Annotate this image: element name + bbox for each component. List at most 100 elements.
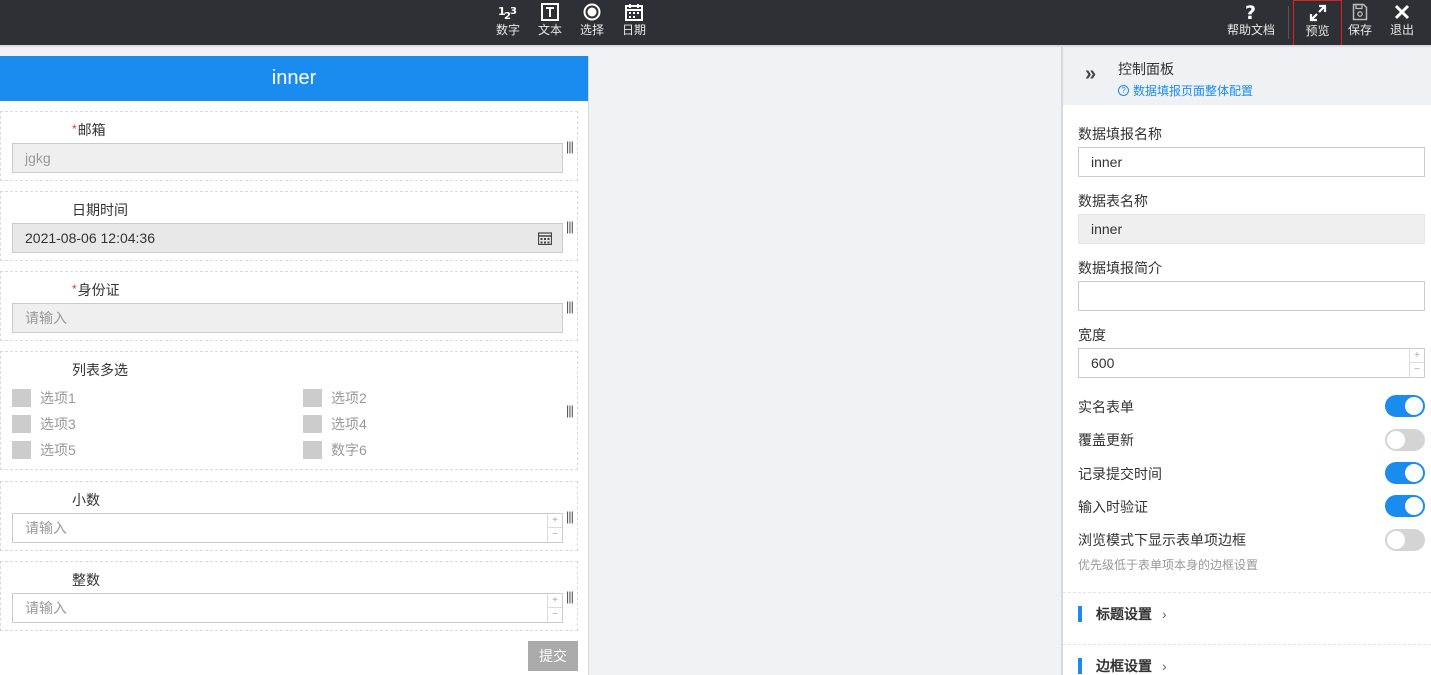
tool-select[interactable]: 选择 xyxy=(571,0,613,45)
chevron-right-icon: › xyxy=(1162,606,1167,622)
option-label: 选项4 xyxy=(331,416,367,432)
checkbox-option[interactable]: 选项2 xyxy=(303,388,367,408)
checkbox[interactable] xyxy=(303,441,322,459)
drag-handle[interactable]: ||| xyxy=(566,589,574,604)
number-stepper[interactable]: + − xyxy=(547,594,562,622)
form-field-decimal[interactable]: 小数 请输入 + − ||| xyxy=(0,481,578,551)
tool-text[interactable]: 文本 xyxy=(529,0,571,45)
svg-text:?: ? xyxy=(1245,2,1256,22)
option-label: 选项3 xyxy=(40,416,76,432)
increment-button[interactable]: + xyxy=(548,594,562,608)
preview-button[interactable]: 预览 xyxy=(1293,0,1342,47)
field-label: 日期时间 xyxy=(72,202,128,218)
calendar-icon[interactable] xyxy=(537,231,553,248)
save-button[interactable]: 保存 xyxy=(1339,0,1381,45)
form-intro-input[interactable] xyxy=(1078,281,1425,311)
overwrite-update-toggle[interactable] xyxy=(1385,429,1425,451)
tool-date[interactable]: 日期 xyxy=(613,0,655,45)
form-field-datetime[interactable]: 日期时间 2021-08-06 12:04:36 ||| xyxy=(0,191,578,261)
realname-toggle[interactable] xyxy=(1385,395,1425,417)
table-name-input: inner xyxy=(1078,214,1425,244)
field-label: 列表多选 xyxy=(72,362,128,378)
checkbox[interactable] xyxy=(12,389,31,407)
increment-button[interactable]: + xyxy=(548,514,562,528)
decimal-input[interactable]: 请输入 + − xyxy=(12,513,563,543)
width-input[interactable]: 600 + − xyxy=(1078,348,1425,378)
increment-button[interactable]: + xyxy=(1410,349,1424,363)
checkbox[interactable] xyxy=(12,415,31,433)
number-stepper[interactable]: + − xyxy=(547,514,562,542)
field-label-text: 身份证 xyxy=(77,282,120,298)
control-panel-header: » 控制面板 ? 数据填报页面整体配置 xyxy=(1063,47,1431,105)
help-docs-button[interactable]: ? 帮助文档 xyxy=(1225,0,1277,45)
input-placeholder: 请输入 xyxy=(25,600,67,616)
form-field-multiselect[interactable]: 列表多选 选项1 选项2 选项3 选项4 选项5 数字6 ||| xyxy=(0,351,578,470)
idcard-input[interactable]: 请输入 xyxy=(12,303,563,333)
border-hint: 优先级低于表单项本身的边框设置 xyxy=(1078,558,1259,572)
field-label: *身份证 xyxy=(72,280,120,300)
drag-handle[interactable]: ||| xyxy=(566,509,574,524)
drag-handle[interactable]: ||| xyxy=(566,403,574,418)
panel-subtitle: 数据填报页面整体配置 xyxy=(1133,84,1254,98)
toggle-knob xyxy=(1405,497,1423,515)
checkbox-option[interactable]: 选项5 xyxy=(12,440,76,460)
close-icon xyxy=(1394,1,1410,23)
checkbox[interactable] xyxy=(12,441,31,459)
checkbox-option[interactable]: 数字6 xyxy=(303,440,367,460)
show-border-toggle[interactable] xyxy=(1385,529,1425,551)
decrement-button[interactable]: − xyxy=(548,608,562,622)
tool-number[interactable]: 123 数字 xyxy=(487,0,529,45)
input-placeholder: 请输入 xyxy=(25,520,67,536)
form-intro-label: 数据填报简介 xyxy=(1078,260,1162,276)
calendar-icon xyxy=(625,1,643,23)
form-name-input[interactable]: inner xyxy=(1078,147,1425,177)
chevron-right-icon: › xyxy=(1162,658,1167,674)
tool-label: 选择 xyxy=(579,23,604,37)
required-mark: * xyxy=(72,282,77,296)
width-stepper[interactable]: + − xyxy=(1409,349,1424,377)
integer-input[interactable]: 请输入 + − xyxy=(12,593,563,623)
form-field-idcard[interactable]: *身份证 请输入 ||| xyxy=(0,271,578,341)
drag-handle[interactable]: ||| xyxy=(566,139,574,154)
border-settings-section[interactable]: 边框设置 › xyxy=(1078,656,1167,675)
tool-label: 保存 xyxy=(1347,23,1372,37)
email-input[interactable]: jgkg xyxy=(12,143,563,173)
width-label: 宽度 xyxy=(1078,327,1106,343)
toggle-knob xyxy=(1405,397,1423,415)
section-marker xyxy=(1078,658,1082,674)
toggle-knob xyxy=(1387,531,1405,549)
decrement-button[interactable]: − xyxy=(1410,363,1424,377)
checkbox[interactable] xyxy=(303,389,322,407)
toolbar-divider xyxy=(1288,6,1289,39)
panel-title: 控制面板 xyxy=(1118,61,1174,77)
checkbox-option[interactable]: 选项3 xyxy=(12,414,76,434)
datetime-value: 2021-08-06 12:04:36 xyxy=(25,230,155,246)
toggle-label: 实名表单 xyxy=(1078,399,1134,415)
validate-on-input-toggle[interactable] xyxy=(1385,495,1425,517)
width-value: 600 xyxy=(1091,355,1115,371)
form-field-email[interactable]: *邮箱 jgkg ||| xyxy=(0,111,578,181)
toggle-label: 记录提交时间 xyxy=(1078,466,1162,482)
submit-button[interactable]: 提交 xyxy=(528,641,578,671)
title-settings-section[interactable]: 标题设置 › xyxy=(1078,604,1167,624)
checkbox[interactable] xyxy=(303,415,322,433)
number-icon: 123 xyxy=(498,1,518,23)
help-icon: ? xyxy=(1243,1,1259,23)
datetime-input[interactable]: 2021-08-06 12:04:36 xyxy=(12,223,563,253)
text-icon xyxy=(541,1,559,23)
drag-handle[interactable]: ||| xyxy=(566,219,574,234)
field-label: *邮箱 xyxy=(72,120,106,140)
form-field-integer[interactable]: 整数 请输入 + − ||| xyxy=(0,561,578,631)
option-label: 选项2 xyxy=(331,390,367,406)
decrement-button[interactable]: − xyxy=(548,528,562,542)
toggle-knob xyxy=(1405,464,1423,482)
field-label: 整数 xyxy=(72,572,100,588)
record-submit-time-toggle[interactable] xyxy=(1385,462,1425,484)
drag-handle[interactable]: ||| xyxy=(566,299,574,314)
panel-subtitle-link[interactable]: ? 数据填报页面整体配置 xyxy=(1118,82,1253,99)
tool-label: 文本 xyxy=(537,23,562,37)
checkbox-option[interactable]: 选项1 xyxy=(12,388,76,408)
exit-button[interactable]: 退出 xyxy=(1381,0,1423,45)
collapse-icon[interactable]: » xyxy=(1085,63,1096,86)
checkbox-option[interactable]: 选项4 xyxy=(303,414,367,434)
